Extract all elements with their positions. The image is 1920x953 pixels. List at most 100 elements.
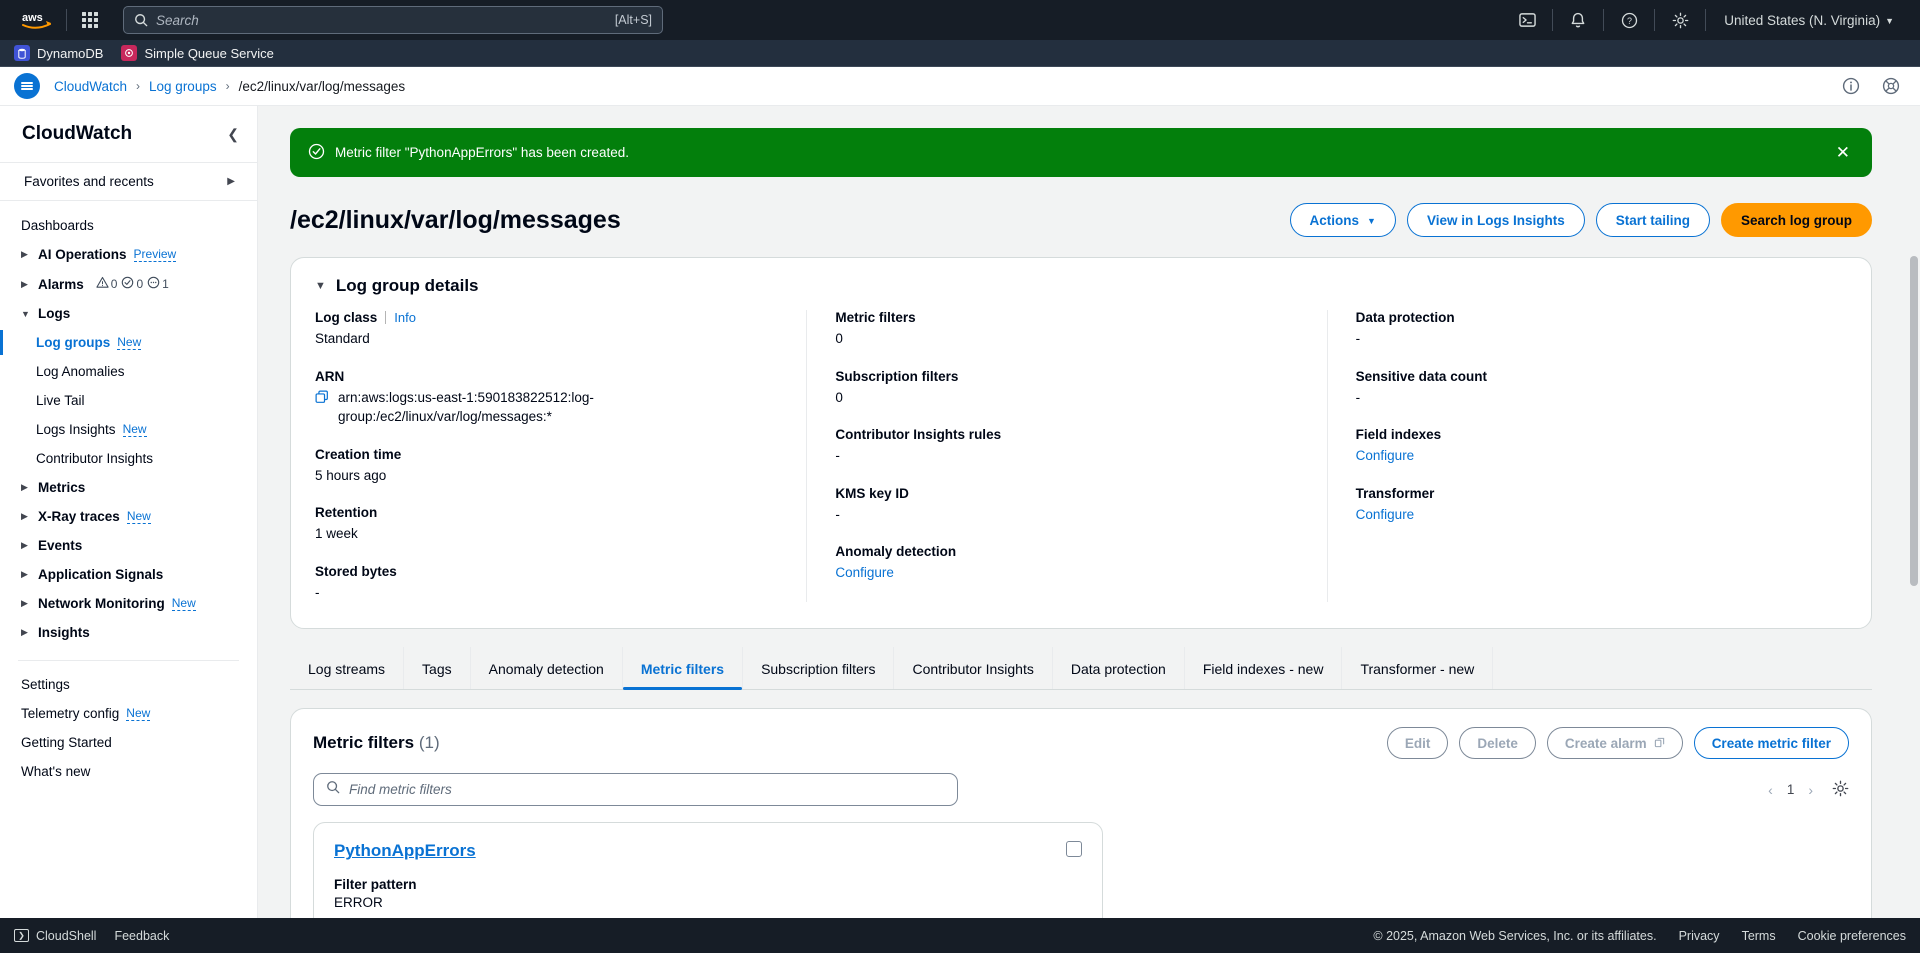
- breadcrumb-separator: ›: [136, 79, 140, 93]
- sidebar-item-whats-new[interactable]: What's new: [0, 757, 257, 786]
- external-link-icon: [1654, 736, 1665, 751]
- details-column-3: Data protection - Sensitive data count -…: [1327, 310, 1847, 602]
- sidebar-item-settings[interactable]: Settings: [0, 670, 257, 699]
- nav-divider: [1654, 9, 1655, 31]
- delete-button[interactable]: Delete: [1459, 727, 1536, 759]
- tab-subscription-filters[interactable]: Subscription filters: [743, 647, 894, 689]
- tab-tags[interactable]: Tags: [404, 647, 471, 689]
- sidebar-item-log-groups[interactable]: Log groups New: [0, 328, 257, 357]
- footer-feedback-link[interactable]: Feedback: [114, 929, 169, 943]
- detail-label: Sensitive data count: [1356, 369, 1487, 384]
- sidebar-item-getting-started[interactable]: Getting Started: [0, 728, 257, 757]
- actions-button-label: Actions: [1310, 213, 1360, 228]
- start-tailing-button[interactable]: Start tailing: [1596, 203, 1710, 237]
- sidebar-item-alarms[interactable]: ▶ Alarms 0 0: [0, 269, 257, 299]
- preview-tag[interactable]: Preview: [134, 247, 177, 262]
- contact-support-icon[interactable]: [1876, 71, 1906, 101]
- sidebar-item-dashboards[interactable]: Dashboards: [0, 211, 257, 240]
- pagination-prev-button[interactable]: ‹: [1768, 782, 1773, 798]
- main-scrollbar[interactable]: [1910, 256, 1918, 586]
- new-tag[interactable]: New: [127, 509, 151, 524]
- table-settings-gear-icon[interactable]: [1832, 780, 1849, 800]
- detail-label: Anomaly detection: [835, 544, 956, 559]
- success-check-icon: [308, 143, 325, 163]
- tab-transformer[interactable]: Transformer - new: [1342, 647, 1493, 689]
- configure-anomaly-detection-link[interactable]: Configure: [835, 563, 1298, 583]
- edit-button[interactable]: Edit: [1387, 727, 1449, 759]
- create-alarm-button[interactable]: Create alarm: [1547, 727, 1683, 759]
- pagination-page-1[interactable]: 1: [1787, 782, 1795, 797]
- tab-label: Field indexes - new: [1203, 661, 1324, 677]
- hamburger-menu-icon[interactable]: [14, 73, 40, 99]
- info-link[interactable]: Info: [394, 310, 416, 325]
- notifications-bell-icon[interactable]: [1559, 5, 1597, 35]
- service-shortcut-sqs[interactable]: Simple Queue Service: [121, 45, 273, 61]
- aws-logo[interactable]: aws: [14, 10, 60, 30]
- tab-anomaly-detection[interactable]: Anomaly detection: [471, 647, 623, 689]
- sidebar-item-live-tail[interactable]: Live Tail: [0, 386, 257, 415]
- settings-gear-icon[interactable]: [1661, 5, 1699, 35]
- metric-filter-name-link[interactable]: PythonAppErrors: [334, 841, 476, 861]
- detail-label: Creation time: [315, 447, 401, 462]
- chevron-down-icon[interactable]: ▼: [315, 280, 326, 292]
- sidebar-item-telemetry-config[interactable]: Telemetry config New: [0, 699, 257, 728]
- actions-button[interactable]: Actions ▼: [1290, 203, 1396, 237]
- breadcrumb-item-cloudwatch[interactable]: CloudWatch: [54, 79, 127, 94]
- configure-field-indexes-link[interactable]: Configure: [1356, 446, 1819, 466]
- footer-link-privacy[interactable]: Privacy: [1679, 929, 1720, 943]
- global-search-box[interactable]: [Alt+S]: [123, 6, 663, 34]
- detail-retention: Retention 1 week: [315, 505, 778, 544]
- close-x-icon[interactable]: ✕: [1832, 142, 1854, 163]
- breadcrumb-separator: ›: [226, 79, 230, 93]
- sidebar-item-label: Metrics: [38, 480, 85, 495]
- tab-log-streams[interactable]: Log streams: [290, 647, 404, 689]
- sidebar-item-insights[interactable]: ▶ Insights: [0, 618, 257, 647]
- detail-value: 0: [835, 388, 1298, 408]
- create-metric-filter-button[interactable]: Create metric filter: [1694, 727, 1849, 759]
- sidebar-item-logs-insights[interactable]: Logs Insights New: [0, 415, 257, 444]
- breadcrumb-item-log-groups[interactable]: Log groups: [149, 79, 217, 94]
- metric-filter-checkbox[interactable]: [1066, 841, 1082, 857]
- footer-link-cookie-preferences[interactable]: Cookie preferences: [1798, 929, 1906, 943]
- footer-link-terms[interactable]: Terms: [1742, 929, 1776, 943]
- copy-icon[interactable]: [315, 390, 329, 409]
- pagination: ‹ 1 ›: [1768, 780, 1849, 800]
- search-log-group-button[interactable]: Search log group: [1721, 203, 1872, 237]
- tab-data-protection[interactable]: Data protection: [1053, 647, 1185, 689]
- cloudshell-icon[interactable]: [1508, 5, 1546, 35]
- sidebar-item-log-anomalies[interactable]: Log Anomalies: [0, 357, 257, 386]
- view-in-logs-insights-button[interactable]: View in Logs Insights: [1407, 203, 1585, 237]
- alarm-ok-count: 0: [121, 276, 143, 292]
- new-tag[interactable]: New: [123, 422, 147, 437]
- help-question-icon[interactable]: ?: [1610, 5, 1648, 35]
- service-shortcut-dynamodb[interactable]: DynamoDB: [14, 45, 103, 61]
- sidebar-item-ai-operations[interactable]: ▶ AI Operations Preview: [0, 240, 257, 269]
- sidebar-item-application-signals[interactable]: ▶ Application Signals: [0, 560, 257, 589]
- find-metric-filters-box[interactable]: [313, 773, 958, 806]
- tab-contributor-insights[interactable]: Contributor Insights: [894, 647, 1052, 689]
- tab-metric-filters[interactable]: Metric filters: [623, 647, 743, 689]
- tab-field-indexes[interactable]: Field indexes - new: [1185, 647, 1343, 689]
- region-selector[interactable]: United States (N. Virginia) ▼: [1712, 5, 1906, 35]
- new-tag[interactable]: New: [126, 706, 150, 721]
- find-metric-filters-input[interactable]: [349, 782, 945, 797]
- sidebar-item-logs[interactable]: ▼ Logs: [0, 299, 257, 328]
- sidebar-item-network-monitoring[interactable]: ▶ Network Monitoring New: [0, 589, 257, 618]
- new-tag[interactable]: New: [117, 335, 141, 350]
- chevron-right-icon: ▶: [21, 249, 31, 260]
- configure-transformer-link[interactable]: Configure: [1356, 505, 1819, 525]
- sidebar-item-xray-traces[interactable]: ▶ X-Ray traces New: [0, 502, 257, 531]
- sidebar-item-metrics[interactable]: ▶ Metrics: [0, 473, 257, 502]
- sidebar-item-events[interactable]: ▶ Events: [0, 531, 257, 560]
- detail-anomaly-detection: Anomaly detection Configure: [835, 544, 1298, 583]
- pagination-next-button[interactable]: ›: [1808, 782, 1813, 798]
- search-input[interactable]: [156, 13, 607, 28]
- info-circle-icon[interactable]: [1836, 71, 1866, 101]
- app-grid-icon[interactable]: [73, 5, 107, 35]
- new-tag[interactable]: New: [172, 596, 196, 611]
- sidebar-item-contributor-insights[interactable]: Contributor Insights: [0, 444, 257, 473]
- footer-cloudshell-button[interactable]: ❯ CloudShell: [14, 929, 96, 943]
- chevron-left-icon[interactable]: ❮: [227, 126, 239, 143]
- tab-label: Metric filters: [641, 661, 724, 677]
- sidebar-favorites-and-recents[interactable]: Favorites and recents ▶: [0, 163, 257, 201]
